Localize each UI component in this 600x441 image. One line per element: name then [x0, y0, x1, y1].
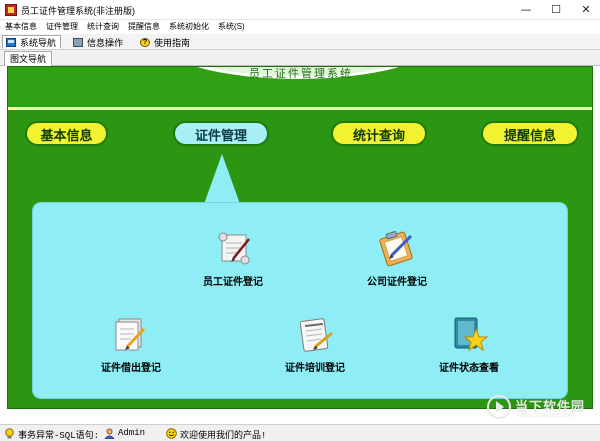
nav-reminder-info-button[interactable]: 提醒信息: [481, 121, 579, 146]
menu-certificate-management[interactable]: 证件管理: [46, 21, 78, 32]
nav-basic-info-button[interactable]: 基本信息: [25, 121, 108, 146]
status-bar: 事务异常-SQL语句: Admin 欢迎使用我们的产品!: [0, 424, 600, 441]
menu-reminder-info[interactable]: 提醒信息: [128, 21, 160, 32]
menu-statistics-query[interactable]: 统计查询: [87, 21, 119, 32]
tab-system-navigation[interactable]: 系统导航: [2, 35, 62, 49]
tab-label: 使用指南: [154, 38, 191, 48]
watermark: 当下软件园 www.downxia.com: [487, 393, 597, 423]
nav-certificate-management-button[interactable]: 证件管理: [173, 121, 269, 146]
feature-certificate-status-view[interactable]: 证件状态查看: [419, 315, 519, 377]
feature-label: 证件培训登记: [285, 363, 345, 374]
help-icon: ?: [140, 38, 150, 47]
subtab-row: 图文导航: [0, 50, 600, 66]
navigation-icon: [6, 38, 16, 47]
selection-pointer: [204, 154, 240, 204]
app-icon: [5, 4, 17, 16]
feature-label: 证件状态查看: [439, 363, 499, 374]
feature-certificate-lending-registration[interactable]: 证件借出登记: [81, 315, 181, 377]
feature-certificate-training-registration[interactable]: 证件培训登记: [265, 315, 365, 377]
watermark-logo-icon: [487, 395, 511, 419]
toolbar: 系统导航 信息操作 ? 使用指南: [0, 34, 600, 50]
status-welcome: 欢迎使用我们的产品!: [180, 431, 267, 441]
tab-info-operation[interactable]: 信息操作: [69, 35, 128, 49]
lightbulb-icon: [5, 428, 14, 439]
menu-basic-info[interactable]: 基本信息: [5, 21, 37, 32]
title-bar: 员工证件管理系统(非注册版) — ☐ ✕: [0, 0, 600, 20]
book-star-icon: [454, 317, 489, 352]
scroll-document-icon: [218, 232, 250, 265]
menu-bar: 基本信息 证件管理 统计查询 提醒信息 系统初始化 系统(S): [0, 20, 600, 34]
maximize-button[interactable]: ☐: [542, 0, 570, 20]
tab-graphic-navigation[interactable]: 图文导航: [4, 51, 53, 66]
tab-label: 信息操作: [87, 38, 124, 48]
feature-label: 证件借出登记: [101, 363, 161, 374]
tab-user-guide[interactable]: ? 使用指南: [136, 35, 195, 49]
status-message: 事务异常-SQL语句:: [18, 431, 100, 441]
close-button[interactable]: ✕: [572, 0, 600, 20]
info-operation-icon: [73, 38, 83, 47]
feature-card: 员工证件登记 公司证件登记 证件借出登记 证件培训登记 证件状态查看: [32, 202, 568, 399]
feature-company-certificate-registration[interactable]: 公司证件登记: [347, 229, 447, 291]
minimize-button[interactable]: —: [512, 0, 540, 20]
nav-statistics-query-button[interactable]: 统计查询: [331, 121, 427, 146]
menu-system-init[interactable]: 系统初始化: [169, 21, 209, 32]
smiley-icon: [166, 428, 177, 439]
user-icon: [104, 428, 115, 439]
navigation-panel: 员工证件管理系统 基本信息 证件管理 统计查询 提醒信息 员工证件登记 公司证件…: [7, 66, 593, 409]
feature-label: 员工证件登记: [203, 277, 263, 288]
feature-employee-certificate-registration[interactable]: 员工证件登记: [183, 229, 283, 291]
feature-label: 公司证件登记: [367, 277, 427, 288]
window-title: 员工证件管理系统(非注册版): [21, 6, 135, 16]
clipboard-pencil-icon: [379, 231, 413, 267]
tab-label: 系统导航: [20, 38, 57, 48]
status-user: Admin: [118, 428, 146, 438]
watermark-subtext: www.downxia.com: [517, 412, 575, 419]
menu-system[interactable]: 系统(S): [218, 21, 245, 32]
papers-pencil-icon: [115, 318, 146, 351]
notepad-pen-icon: [299, 318, 333, 352]
system-title: 员工证件管理系统: [249, 68, 353, 80]
